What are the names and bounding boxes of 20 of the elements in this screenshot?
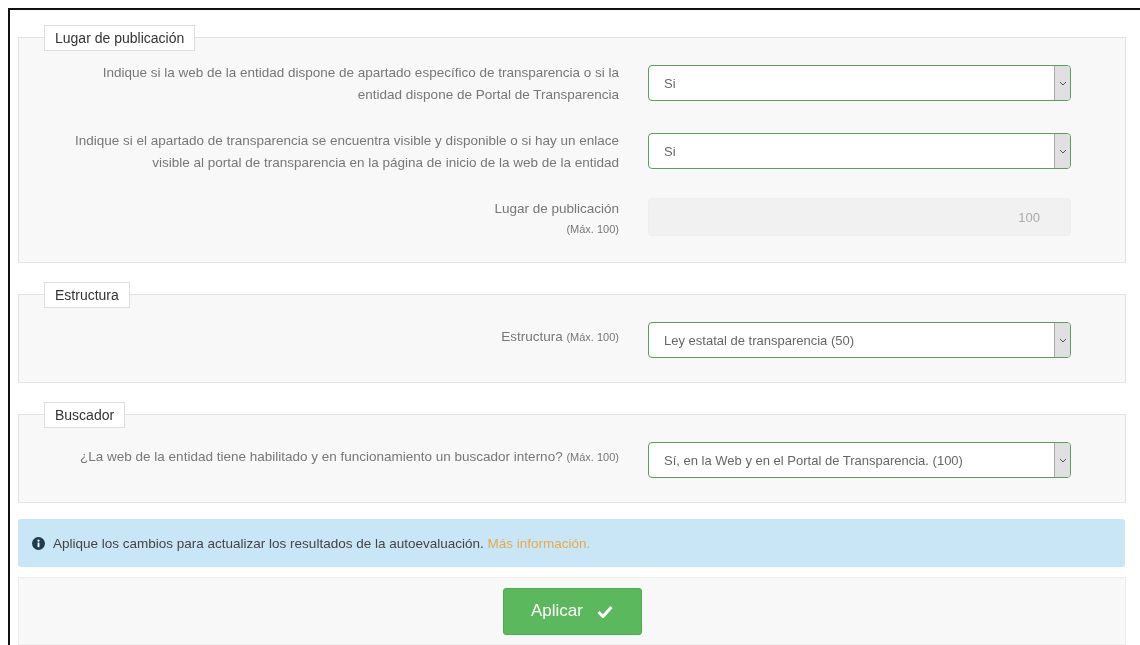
section-legend: Estructura	[44, 282, 130, 308]
dropdown[interactable]: Sí, en la Web y en el Portal de Transparencia. (100)	[648, 442, 1071, 478]
info-icon	[32, 536, 45, 550]
section-legend: Buscador	[44, 402, 126, 428]
field-label: ¿La web de la entidad tiene habilitado y en funcionamiento un buscador interno? (Máx. 100)	[80, 449, 619, 464]
chevron-down-icon	[1058, 148, 1067, 154]
chevron-down-icon	[1058, 80, 1067, 86]
alert-text: Aplique los cambios para actualizar los resultados de la autoevaluación. Más información.	[53, 535, 591, 551]
dropdown[interactable]: Si	[648, 133, 1071, 169]
section-legend: Lugar de publicación	[44, 25, 196, 51]
check-icon	[597, 604, 613, 618]
field-label: Estructura (Máx. 100)	[501, 329, 619, 344]
field-label: Indique si la web de la entidad dispone de apartado específico de transparencia o si la entidad dispone de Portal de Transparencia	[102, 65, 619, 102]
chevron-down-icon	[1058, 457, 1067, 463]
field-label: Indique si el apartado de transparencia se encuentra visible y disponible o si hay un enlace visible al portal de transparencia en la página de inicio de la web de la entidad	[74, 133, 619, 170]
dropdown[interactable]: Si	[648, 65, 1071, 101]
max-note: (Máx. 100)	[565, 222, 619, 237]
chevron-down-icon	[1058, 337, 1067, 343]
field-label: Lugar de publicación	[494, 201, 619, 216]
dropdown[interactable]: Ley estatal de transparencia (50)	[648, 322, 1071, 358]
